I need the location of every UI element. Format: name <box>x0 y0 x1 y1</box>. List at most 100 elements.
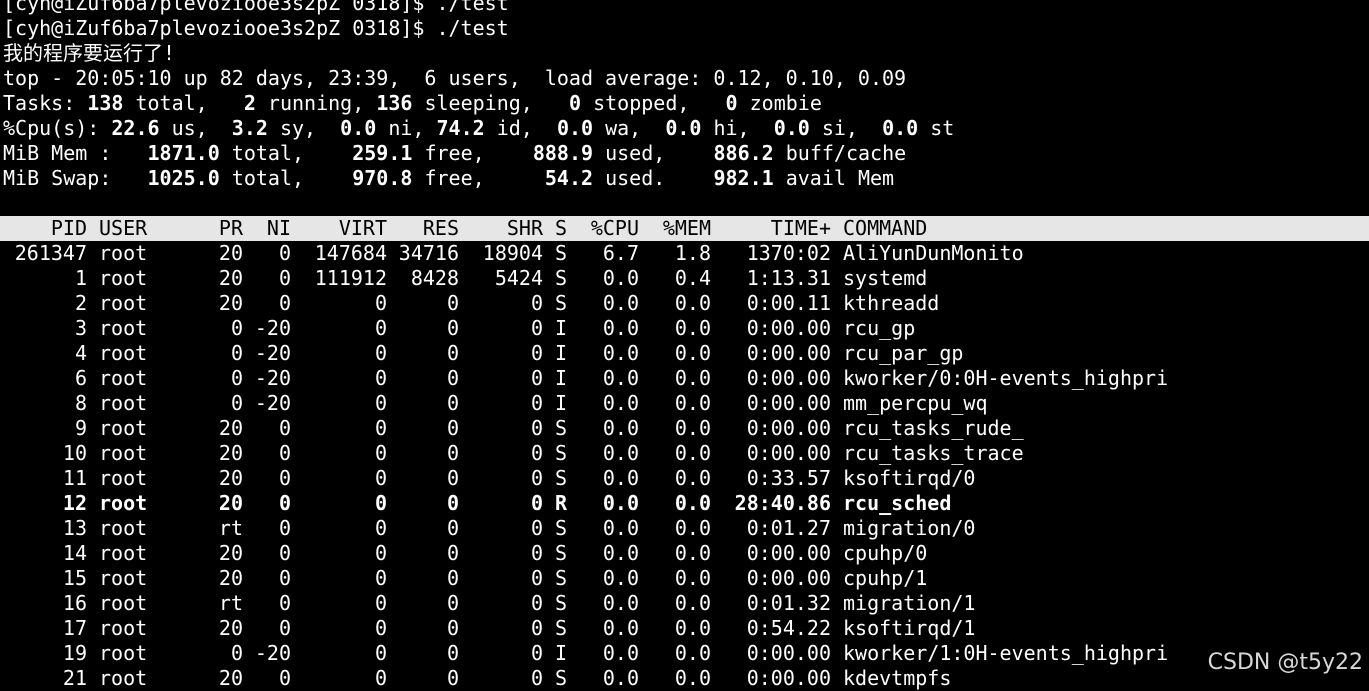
cell-mem: 0.0 <box>674 666 711 690</box>
cell-mem: 0.0 <box>674 541 711 565</box>
cell-user: root <box>99 341 148 365</box>
table-row[interactable]: 8 root 0 -20 0 0 0 I 0.0 0.0 0:00.00 mm_percpu_wq <box>3 391 1369 416</box>
cell-user: root <box>99 241 148 265</box>
prev-command-line: [cyh@iZuf6ba7plevoziooe3s2pZ 0318]$ ./te… <box>3 0 509 15</box>
cell-res: 8428 <box>410 266 459 290</box>
cell-cpu: 0.0 <box>602 466 639 490</box>
col-header-res: RES <box>422 216 459 240</box>
cell-nice: 0 <box>278 266 291 290</box>
cell-state: S <box>554 566 567 590</box>
cell-command: systemd <box>843 266 928 290</box>
cell-mem: 0.0 <box>674 491 711 515</box>
cell-command: rcu_tasks_trace <box>843 441 1024 465</box>
cell-priority: rt <box>218 591 243 615</box>
cell-pid: 14 <box>62 541 87 565</box>
cell-virt: 0 <box>374 566 387 590</box>
cell-state: S <box>554 441 567 465</box>
cell-nice: -20 <box>254 366 291 390</box>
terminal-window[interactable]: [cyh@iZuf6ba7plevoziooe3s2pZ 0318]$ ./te… <box>0 0 1369 691</box>
cell-user: root <box>99 491 148 515</box>
cell-user: root <box>99 566 148 590</box>
cell-shr: 0 <box>530 441 543 465</box>
table-row[interactable]: 3 root 0 -20 0 0 0 I 0.0 0.0 0:00.00 rcu_gp <box>3 316 1369 341</box>
cell-virt: 0 <box>374 366 387 390</box>
cell-pid: 11 <box>62 466 87 490</box>
col-header-virt: VIRT <box>338 216 387 240</box>
table-row[interactable]: 21 root 20 0 0 0 0 S 0.0 0.0 0:00.00 kdevtmpfs <box>3 666 1369 691</box>
table-row[interactable]: 17 root 20 0 0 0 0 S 0.0 0.0 0:54.22 ksoftirqd/1 <box>3 616 1369 641</box>
cell-cpu: 0.0 <box>602 541 639 565</box>
cell-command: rcu_par_gp <box>843 341 964 365</box>
cell-mem: 0.0 <box>674 466 711 490</box>
cell-virt: 0 <box>374 591 387 615</box>
cell-time: 0:00.00 <box>746 391 831 415</box>
col-header-shr: SHR <box>506 216 543 240</box>
col-header-ni: NI <box>266 216 291 240</box>
cell-time: 1370:02 <box>746 241 831 265</box>
cell-shr: 0 <box>530 641 543 665</box>
cell-res: 0 <box>446 466 459 490</box>
cell-mem: 0.0 <box>674 591 711 615</box>
cell-state: R <box>554 491 567 515</box>
cell-res: 0 <box>446 366 459 390</box>
cell-res: 0 <box>446 441 459 465</box>
cell-priority: rt <box>218 516 243 540</box>
cell-time: 0:00.00 <box>746 666 831 690</box>
cell-time: 0:01.32 <box>746 591 831 615</box>
table-row[interactable]: 6 root 0 -20 0 0 0 I 0.0 0.0 0:00.00 kworker/0:0H-e… <box>3 366 1369 391</box>
table-row[interactable]: 15 root 20 0 0 0 0 S 0.0 0.0 0:00.00 cpuhp/1 <box>3 566 1369 591</box>
cell-virt: 0 <box>374 616 387 640</box>
cell-shr: 18904 <box>482 241 543 265</box>
cell-mem: 0.0 <box>674 341 711 365</box>
cell-shr: 0 <box>530 491 543 515</box>
cell-state: S <box>554 591 567 615</box>
cell-user: root <box>99 291 148 315</box>
cell-time: 0:00.00 <box>746 566 831 590</box>
cell-priority: 0 <box>230 366 243 390</box>
mem-line: MiB Mem : 1871.0 total, 259.1 free, 888.… <box>3 141 907 165</box>
table-row[interactable]: 1 root 20 0 111912 8428 5424 S 0.0 0.4 1:13.31 syst… <box>3 266 1369 291</box>
cell-nice: 0 <box>278 666 291 690</box>
cell-cpu: 0.0 <box>602 591 639 615</box>
cell-pid: 1 <box>74 266 87 290</box>
process-table-header: PID USER PR NI VIRT RES SHR S %CPU %MEM … <box>0 216 1369 241</box>
cell-state: I <box>554 316 567 340</box>
cell-command: ksoftirqd/1 <box>843 616 976 640</box>
cell-cpu: 0.0 <box>602 641 639 665</box>
cell-res: 0 <box>446 316 459 340</box>
cell-state: I <box>554 366 567 390</box>
cell-pid: 19 <box>62 641 87 665</box>
cell-state: S <box>554 616 567 640</box>
cell-res: 0 <box>446 416 459 440</box>
cell-shr: 0 <box>530 291 543 315</box>
cell-shr: 0 <box>530 566 543 590</box>
cell-state: I <box>554 341 567 365</box>
cell-pid: 9 <box>74 416 87 440</box>
table-row[interactable]: 2 root 20 0 0 0 0 S 0.0 0.0 0:00.11 kthreadd <box>3 291 1369 316</box>
table-row[interactable]: 9 root 20 0 0 0 0 S 0.0 0.0 0:00.00 rcu_tasks_rude_ <box>3 416 1369 441</box>
table-row[interactable]: 16 root rt 0 0 0 0 S 0.0 0.0 0:01.32 migration/1 <box>3 591 1369 616</box>
table-row[interactable]: 11 root 20 0 0 0 0 S 0.0 0.0 0:33.57 ksoftirqd/0 <box>3 466 1369 491</box>
table-row[interactable]: 12 root 20 0 0 0 0 R 0.0 0.0 28:40.86 rcu_sched <box>3 491 1369 516</box>
table-row[interactable]: 14 root 20 0 0 0 0 S 0.0 0.0 0:00.00 cpuhp/0 <box>3 541 1369 566</box>
table-row[interactable]: 19 root 0 -20 0 0 0 I 0.0 0.0 0:00.00 kworker/1:0H-… <box>3 641 1369 666</box>
cell-nice: 0 <box>278 416 291 440</box>
cell-virt: 147684 <box>314 241 387 265</box>
table-row[interactable]: 10 root 20 0 0 0 0 S 0.0 0.0 0:00.00 rcu_tasks_trac… <box>3 441 1369 466</box>
cell-cpu: 0.0 <box>602 491 639 515</box>
table-row[interactable]: 261347 root 20 0 147684 34716 18904 S 6.7 1.8 1370… <box>3 241 1369 266</box>
cell-cpu: 0.0 <box>602 441 639 465</box>
cell-shr: 0 <box>530 341 543 365</box>
cell-user: root <box>99 366 148 390</box>
cell-shr: 0 <box>530 316 543 340</box>
cell-cpu: 0.0 <box>602 266 639 290</box>
cell-user: root <box>99 441 148 465</box>
table-row[interactable]: 13 root rt 0 0 0 0 S 0.0 0.0 0:01.27 migration/0 <box>3 516 1369 541</box>
cell-command: cpuhp/1 <box>843 566 928 590</box>
table-row[interactable]: 4 root 0 -20 0 0 0 I 0.0 0.0 0:00.00 rcu_par_gp <box>3 341 1369 366</box>
cell-mem: 0.0 <box>674 291 711 315</box>
cell-command: AliYunDunMonito <box>843 241 1024 265</box>
cell-time: 0:01.27 <box>746 516 831 540</box>
cell-nice: -20 <box>254 316 291 340</box>
